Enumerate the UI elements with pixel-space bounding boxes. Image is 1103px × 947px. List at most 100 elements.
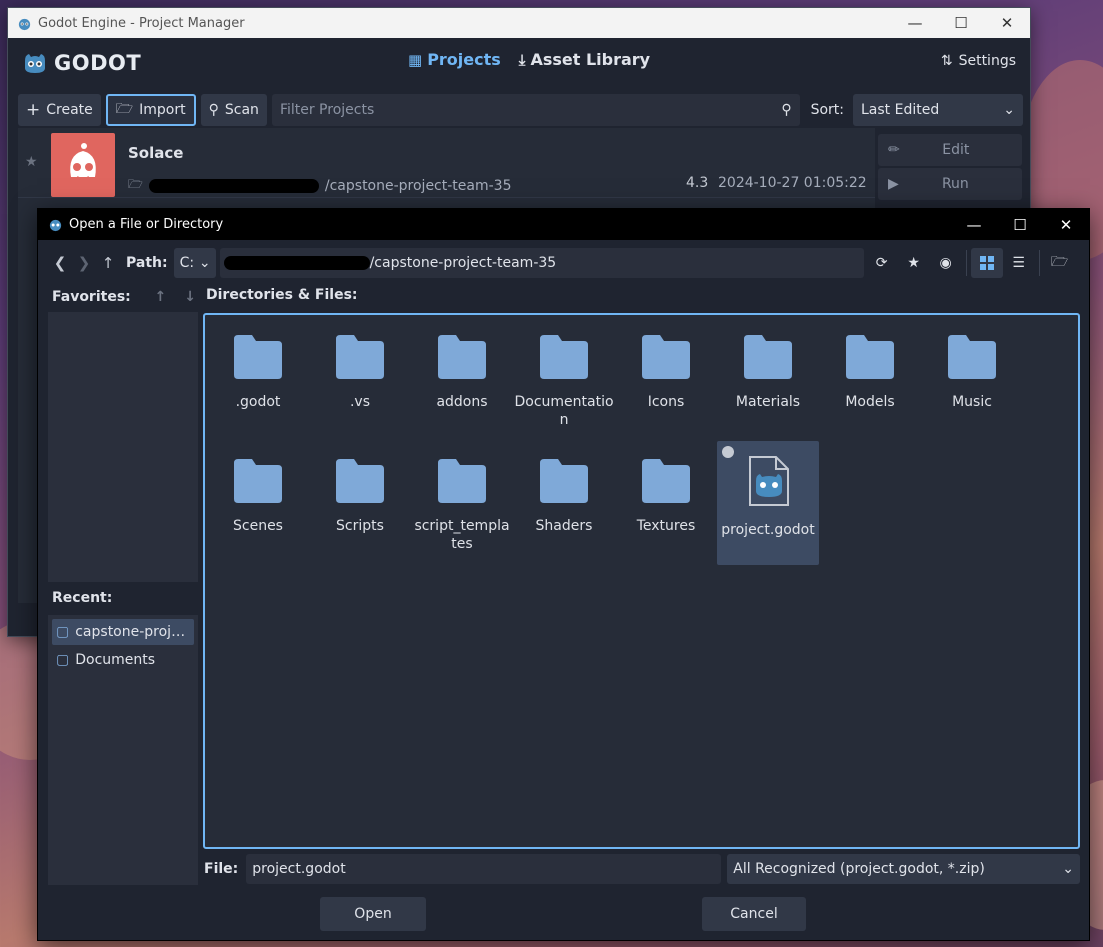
folder-item[interactable]: Textures bbox=[615, 441, 717, 565]
folder-icon bbox=[948, 335, 996, 379]
refresh-button[interactable]: ⟳ bbox=[866, 248, 898, 278]
path-text: /capstone-project-team-35 bbox=[369, 255, 557, 271]
grid-icon bbox=[979, 256, 994, 270]
close-button[interactable]: ✕ bbox=[984, 8, 1030, 38]
move-up-icon[interactable]: ↑ bbox=[155, 289, 167, 305]
item-label: Icons bbox=[647, 394, 685, 410]
grid-view-button[interactable] bbox=[970, 248, 1003, 278]
tab-projects[interactable]: ▦ Projects bbox=[408, 50, 501, 69]
list-view-button[interactable]: ☰ bbox=[1003, 248, 1035, 278]
import-button[interactable]: 🗁 Import bbox=[105, 94, 196, 126]
folder-item[interactable]: Shaders bbox=[513, 441, 615, 565]
folder-icon bbox=[234, 335, 282, 379]
path-input[interactable]: /capstone-project-team-35 bbox=[219, 248, 864, 278]
file-name-input[interactable]: project.godot bbox=[246, 854, 722, 884]
favorites-label: Favorites: bbox=[52, 289, 131, 305]
folder-item[interactable]: .vs bbox=[309, 317, 411, 441]
folder-icon bbox=[540, 335, 588, 379]
item-label: Shaders bbox=[535, 518, 593, 534]
file-grid: .godot .vs addons Documentation Icons Materia… bbox=[203, 313, 1080, 849]
import-label: Import bbox=[139, 102, 186, 118]
search-icon: ⚲ bbox=[208, 102, 219, 118]
folder-item[interactable]: script_templates bbox=[411, 441, 513, 565]
item-label: Materials bbox=[735, 394, 801, 410]
settings-button[interactable]: ⇅ Settings bbox=[941, 53, 1016, 69]
window-title: Godot Engine - Project Manager bbox=[38, 15, 245, 31]
recent-label: Recent: bbox=[52, 590, 113, 606]
drive-select[interactable]: C: ⌄ bbox=[173, 248, 216, 278]
file-label: File: bbox=[204, 861, 239, 877]
show-hidden-button[interactable]: ◉ bbox=[930, 248, 962, 278]
favorite-star-icon[interactable]: ★ bbox=[25, 154, 38, 170]
file-filter-value: All Recognized (project.godot, *.zip) bbox=[733, 861, 985, 877]
header: GODOT ▦ Projects ⤓ Asset Library ⇅ Setti… bbox=[8, 38, 1030, 88]
create-button[interactable]: + Create bbox=[18, 94, 101, 126]
close-button[interactable]: ✕ bbox=[1043, 209, 1089, 240]
item-label: Music bbox=[952, 394, 992, 410]
recent-item[interactable]: ▢ Documents bbox=[52, 647, 194, 673]
folder-icon bbox=[846, 335, 894, 379]
file-filter-select[interactable]: All Recognized (project.godot, *.zip) ⌄ bbox=[727, 854, 1080, 884]
cancel-button[interactable]: Cancel bbox=[702, 897, 806, 931]
project-version: 4.3 bbox=[686, 175, 709, 191]
brand-text: GODOT bbox=[54, 51, 142, 75]
favorites-list[interactable] bbox=[48, 312, 198, 582]
maximize-button[interactable]: ☐ bbox=[997, 209, 1043, 240]
folder-item[interactable]: Icons bbox=[615, 317, 717, 441]
folder-item[interactable]: Materials bbox=[717, 317, 819, 441]
folder-item[interactable]: Scripts bbox=[309, 441, 411, 565]
run-button[interactable]: ▶ Run bbox=[878, 168, 1022, 200]
path-bar: ❮ ❯ ↑ Path: C: ⌄ /capstone-project-team-3… bbox=[48, 247, 1083, 279]
folder-item[interactable]: Music bbox=[921, 317, 1023, 441]
folder-item[interactable]: Models bbox=[819, 317, 921, 441]
projects-list-icon: ▦ bbox=[408, 50, 423, 69]
forward-button[interactable]: ❯ bbox=[72, 249, 96, 277]
item-label: Scripts bbox=[336, 518, 384, 534]
move-down-icon[interactable]: ↓ bbox=[184, 289, 196, 305]
scan-button[interactable]: ⚲ Scan bbox=[200, 94, 267, 126]
project-toolbar: + Create 🗁 Import ⚲ Scan Filter Projects ⚲ S… bbox=[17, 92, 1023, 128]
file-item[interactable]: project.godot bbox=[717, 441, 819, 565]
directories-files-label: Directories & Files: bbox=[206, 287, 358, 303]
folder-icon bbox=[642, 459, 690, 503]
recent-item[interactable]: ▢ capstone-proj… bbox=[52, 619, 194, 645]
file-row: File: project.godot All Recognized (proj… bbox=[204, 854, 1080, 884]
folder-icon bbox=[336, 335, 384, 379]
folder-icon: ▢ bbox=[56, 624, 70, 640]
open-button[interactable]: Open bbox=[320, 897, 426, 931]
chevron-down-icon: ⌄ bbox=[1003, 102, 1015, 118]
back-button[interactable]: ❮ bbox=[48, 249, 72, 277]
folder-item[interactable]: .godot bbox=[207, 317, 309, 441]
sort-select[interactable]: Last Edited ⌄ bbox=[853, 94, 1023, 126]
folder-item[interactable]: Scenes bbox=[207, 441, 309, 565]
edit-button[interactable]: ✏ Edit bbox=[878, 134, 1022, 166]
folder-icon bbox=[540, 459, 588, 503]
godot-logo: GODOT bbox=[22, 51, 141, 75]
play-icon: ▶ bbox=[888, 176, 899, 192]
project-row[interactable]: ★ Solace 🗁/capstone-project-team-35 4.3 … bbox=[18, 128, 875, 198]
up-button[interactable]: ↑ bbox=[96, 249, 120, 277]
maximize-button[interactable]: ☐ bbox=[938, 8, 984, 38]
item-label: script_templates bbox=[414, 518, 510, 552]
recent-item-label: capstone-proj… bbox=[75, 624, 186, 640]
folder-item[interactable]: Documentation bbox=[513, 317, 615, 441]
minimize-button[interactable]: — bbox=[951, 209, 997, 240]
chevron-down-icon: ⌄ bbox=[198, 255, 211, 271]
favorite-star-button[interactable]: ★ bbox=[898, 248, 930, 278]
folder-item[interactable]: addons bbox=[411, 317, 513, 441]
cancel-label: Cancel bbox=[730, 906, 778, 922]
folder-icon: 🗁 bbox=[115, 101, 134, 117]
folder-icon bbox=[744, 335, 792, 379]
search-icon: ⚲ bbox=[781, 102, 792, 118]
new-folder-button[interactable]: 🗁 bbox=[1044, 248, 1076, 278]
project-thumbnail bbox=[51, 133, 115, 197]
tab-asset-library[interactable]: ⤓ Asset Library bbox=[519, 50, 650, 69]
filter-projects-input[interactable]: Filter Projects ⚲ bbox=[271, 94, 800, 126]
minimize-button[interactable]: — bbox=[892, 8, 938, 38]
project-name: Solace bbox=[128, 144, 184, 162]
folder-icon bbox=[234, 459, 282, 503]
filter-placeholder: Filter Projects bbox=[279, 102, 375, 118]
item-label: Textures bbox=[636, 518, 696, 534]
settings-label: Settings bbox=[958, 53, 1016, 69]
item-label: Models bbox=[845, 394, 895, 410]
